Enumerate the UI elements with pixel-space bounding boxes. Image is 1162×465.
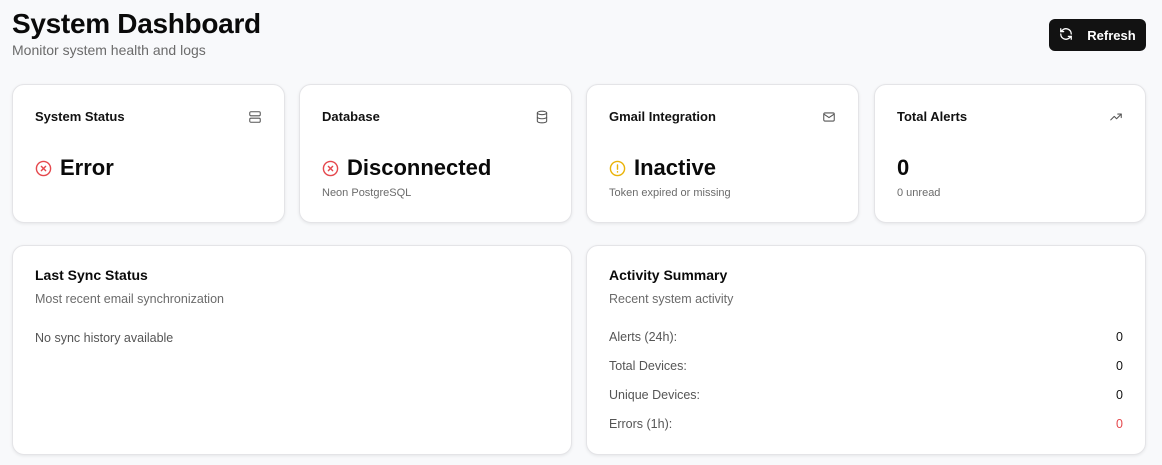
activity-summary-panel: Activity Summary Recent system activity … <box>586 245 1146 455</box>
page-header: System Dashboard Monitor system health a… <box>12 8 261 58</box>
stat-value: Disconnected <box>322 155 491 181</box>
total-alerts-value: 0 <box>897 155 910 180</box>
summary-value: 0 <box>1116 388 1123 402</box>
database-status-value: Disconnected <box>347 155 492 180</box>
summary-label: Total Devices: <box>609 359 687 373</box>
stat-subtext: Token expired or missing <box>609 187 731 199</box>
stat-value: 0 <box>897 155 909 181</box>
page-title: System Dashboard <box>12 8 261 39</box>
stat-value: Error <box>35 155 114 181</box>
total-alerts-card: Total Alerts 0 0 unread <box>874 84 1146 223</box>
summary-label: Errors (1h): <box>609 417 673 431</box>
errors-count-value: 0 <box>1116 417 1123 431</box>
panel-title: Last Sync Status <box>35 267 148 283</box>
database-card: Database Disconnected Neon PostgreSQL <box>299 84 572 223</box>
gmail-integration-card: Gmail Integration Inactive Token expired… <box>586 84 859 223</box>
summary-label: Unique Devices: <box>609 388 701 402</box>
stat-label: Total Alerts <box>897 109 968 124</box>
summary-label: Alerts (24h): <box>609 330 678 344</box>
stat-subtext: 0 unread <box>897 187 941 199</box>
x-circle-icon <box>322 160 339 177</box>
summary-row: Errors (1h): 0 <box>609 417 1123 431</box>
database-icon <box>535 110 549 124</box>
stat-label: Database <box>322 109 380 124</box>
summary-row: Total Devices: 0 <box>609 359 1123 373</box>
refresh-icon <box>1059 27 1073 44</box>
refresh-button-label: Refresh <box>1087 27 1136 43</box>
last-sync-panel: Last Sync Status Most recent email synch… <box>12 245 572 455</box>
alert-circle-icon <box>609 160 626 177</box>
server-icon <box>248 110 262 124</box>
gmail-status-value: Inactive <box>634 155 716 180</box>
summary-row: Unique Devices: 0 <box>609 388 1123 402</box>
system-status-value: Error <box>60 155 114 180</box>
summary-value: 0 <box>1116 359 1123 373</box>
stat-label: System Status <box>35 109 125 124</box>
page-subtitle: Monitor system health and logs <box>12 42 206 58</box>
summary-row: Alerts (24h): 0 <box>609 330 1123 344</box>
refresh-button[interactable]: Refresh <box>1049 19 1146 51</box>
stat-label: Gmail Integration <box>609 109 716 124</box>
stat-subtext: Neon PostgreSQL <box>322 187 412 199</box>
trending-up-icon <box>1109 110 1123 124</box>
panel-title: Activity Summary <box>609 267 728 283</box>
empty-state-text: No sync history available <box>35 331 174 345</box>
stat-value: Inactive <box>609 155 716 181</box>
panel-description: Most recent email synchronization <box>35 292 224 306</box>
x-circle-icon <box>35 160 52 177</box>
summary-value: 0 <box>1116 330 1123 344</box>
system-status-card: System Status Error <box>12 84 285 223</box>
panel-description: Recent system activity <box>609 292 734 306</box>
mail-icon <box>822 110 836 124</box>
